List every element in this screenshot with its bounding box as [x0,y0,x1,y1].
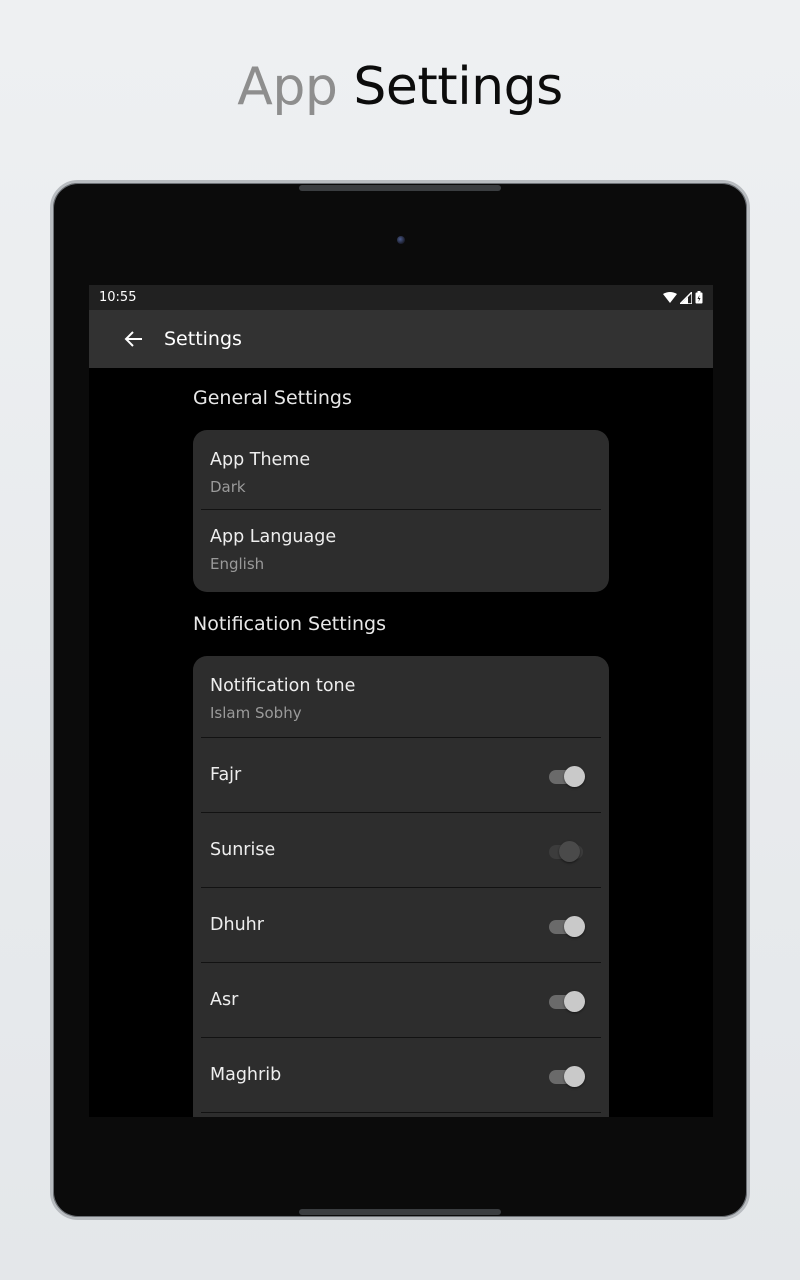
prayer-row-dhuhr[interactable]: Dhuhr [193,888,609,963]
app-bar: Settings [89,310,713,368]
toggle-thumb [564,766,585,787]
general-settings-card: App Theme Dark App Language English [193,430,609,592]
status-bar: 10:55 [89,285,713,310]
app-language-title: App Language [210,527,337,547]
status-icons [663,291,703,304]
front-camera [397,236,405,244]
page-title: Settings [164,328,242,350]
headline-word-app: App [237,57,338,117]
promo-headline: App Settings [0,52,800,122]
prayer-row-asr[interactable]: Asr [193,963,609,1038]
divider [201,1112,601,1113]
dhuhr-toggle[interactable] [549,915,585,937]
headline-word-settings: Settings [353,57,563,117]
tablet-top-button [299,185,501,191]
app-theme-title: App Theme [210,450,311,470]
sunrise-toggle[interactable] [549,840,585,862]
app-language-item[interactable]: App Language English [193,510,609,592]
prayer-row-maghrib[interactable]: Maghrib [193,1038,609,1113]
toggle-thumb [559,841,580,862]
prayer-row-fajr[interactable]: Fajr [193,738,609,813]
app-language-value: English [210,555,265,573]
toggle-thumb [564,991,585,1012]
tablet-bottom-button [299,1209,501,1215]
notification-tone-title: Notification tone [210,676,356,696]
device-screen: 10:55 Settings General Settings App Them… [89,285,713,1117]
toggle-thumb [564,916,585,937]
status-time: 10:55 [99,290,137,305]
notification-tone-item[interactable]: Notification tone Islam Sobhy [193,656,609,738]
signal-icon [680,291,692,304]
wifi-icon [663,291,677,303]
back-button[interactable] [119,324,149,354]
app-theme-item[interactable]: App Theme Dark [193,430,609,510]
maghrib-toggle[interactable] [549,1065,585,1087]
battery-icon [695,291,703,304]
prayer-row-sunrise[interactable]: Sunrise [193,813,609,888]
asr-toggle[interactable] [549,990,585,1012]
notification-settings-header: Notification Settings [193,613,386,635]
app-theme-value: Dark [210,478,246,496]
toggle-thumb [564,1066,585,1087]
notification-tone-value: Islam Sobhy [210,704,302,722]
general-settings-header: General Settings [193,387,352,409]
tablet-frame: 10:55 Settings General Settings App Them… [50,180,750,1220]
notification-settings-card: Notification tone Islam Sobhy Fajr Sunri… [193,656,609,1117]
arrow-left-icon [124,331,142,347]
fajr-toggle[interactable] [549,765,585,787]
